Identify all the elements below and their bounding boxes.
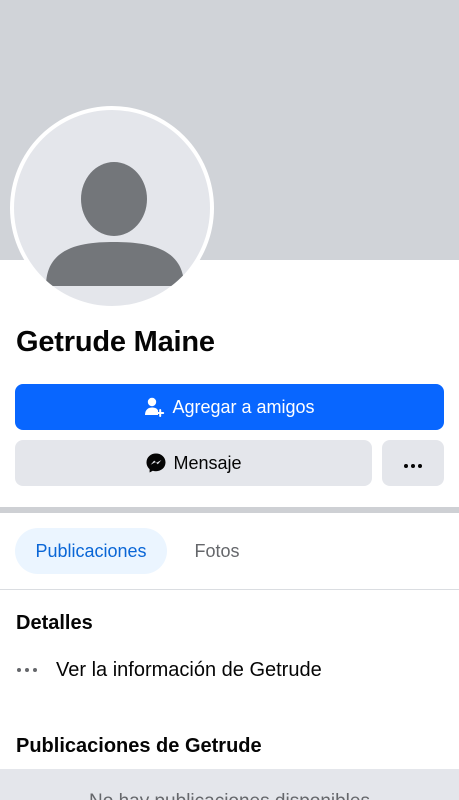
add-friend-button[interactable]: Agregar a amigos <box>15 384 444 430</box>
empty-posts-box: No hay publicaciones disponibles <box>0 769 459 800</box>
default-avatar-icon <box>14 110 210 306</box>
more-options-button[interactable] <box>382 440 444 486</box>
empty-posts-text: No hay publicaciones disponibles <box>0 791 459 800</box>
tab-fotos[interactable]: Fotos <box>176 528 258 574</box>
view-info-label: Ver la información de Getrude <box>56 658 322 681</box>
add-person-icon <box>144 396 166 418</box>
view-info-link[interactable]: Ver la información de Getrude <box>16 656 322 684</box>
message-label: Mensaje <box>173 452 242 473</box>
tabs-divider <box>0 589 459 590</box>
section-divider <box>0 507 459 513</box>
messenger-icon <box>145 452 167 474</box>
tab-publicaciones[interactable]: Publicaciones <box>15 528 167 574</box>
posts-heading: Publicaciones de Getrude <box>16 735 262 757</box>
add-friend-label: Agregar a amigos <box>172 396 315 417</box>
profile-name: Getrude Maine <box>16 326 215 358</box>
details-heading: Detalles <box>16 612 93 634</box>
more-dots-icon <box>16 667 42 673</box>
message-button[interactable]: Mensaje <box>15 440 372 486</box>
more-dots-icon <box>403 453 423 474</box>
profile-picture[interactable] <box>10 106 214 310</box>
